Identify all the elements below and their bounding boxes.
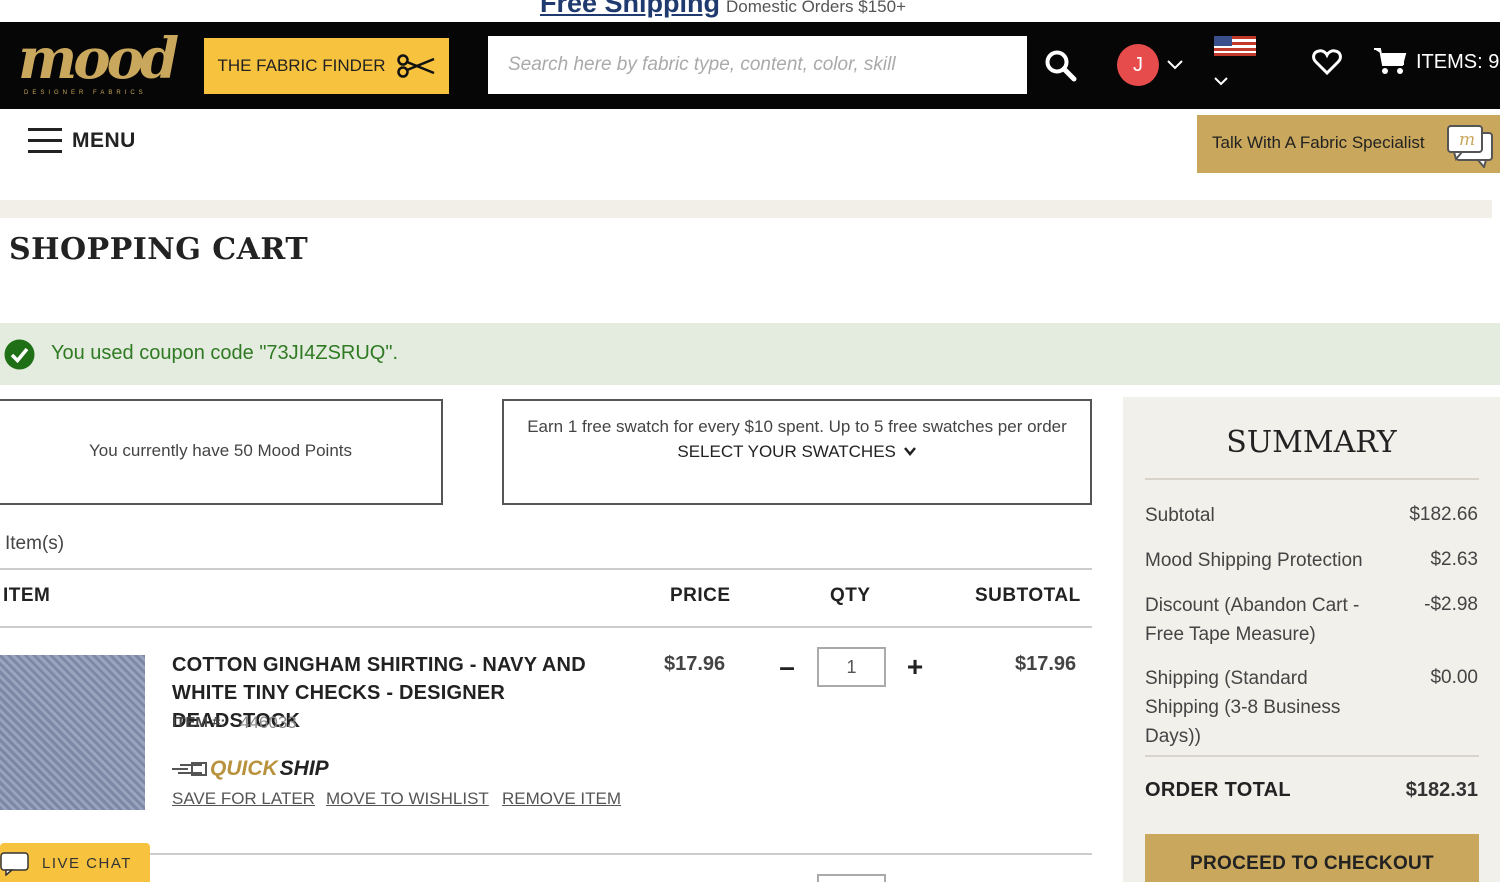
save-for-later-link[interactable]: SAVE FOR LATER	[172, 789, 315, 809]
quickship-quick: QUICK	[210, 757, 278, 780]
site-header: mood DESIGNER FABRICS THE FABRIC FINDER …	[0, 22, 1500, 109]
scissors-icon	[396, 54, 435, 78]
fabric-finder-button[interactable]: THE FABRIC FINDER	[204, 38, 449, 94]
live-chat-button[interactable]: LIVE CHAT	[0, 843, 150, 882]
column-header-subtotal: SUBTOTAL	[975, 585, 1081, 606]
item-subtotal: $17.96	[1015, 653, 1077, 675]
column-header-qty: QTY	[830, 585, 871, 606]
sku-value: 446033	[240, 713, 297, 732]
hamburger-icon	[28, 128, 62, 154]
speed-lines-icon	[172, 762, 207, 776]
shopping-cart-icon[interactable]	[1373, 46, 1407, 76]
chat-bubble-icon[interactable]: m	[1446, 124, 1494, 168]
check-circle-icon	[4, 339, 35, 370]
order-total-value: $182.31	[1405, 779, 1478, 801]
coupon-text: You used coupon code "73JI4ZSRUQ".	[51, 342, 399, 364]
items-label: Item(s)	[5, 533, 65, 554]
select-swatches-label: SELECT YOUR SWATCHES	[677, 442, 896, 461]
mood-points-box: You currently have 50 Mood Points	[0, 399, 443, 505]
divider	[0, 568, 1092, 570]
divider	[0, 626, 1092, 628]
move-to-wishlist-link[interactable]: MOVE TO WISHLIST	[326, 789, 489, 809]
promo-text: Domestic Orders $150+	[726, 0, 907, 16]
free-swatch-box: Earn 1 free swatch for every $10 spent. …	[502, 399, 1092, 505]
live-chat-label: LIVE CHAT	[42, 855, 132, 872]
qty-decrease-button[interactable]: –	[776, 653, 798, 681]
remove-item-link[interactable]: REMOVE ITEM	[502, 789, 621, 809]
qty-input[interactable]	[817, 874, 886, 882]
page-title: SHOPPING CART	[9, 232, 309, 267]
chevron-down-icon[interactable]	[1212, 72, 1230, 90]
menu-label: MENU	[72, 129, 136, 152]
item-price: $17.96	[664, 653, 726, 675]
summary-label: Mood Shipping Protection	[1145, 550, 1363, 571]
qty-input[interactable]	[817, 647, 886, 687]
sku-label: ITEM #:	[172, 714, 226, 731]
divider	[1145, 755, 1479, 757]
svg-text:m: m	[1459, 130, 1475, 150]
chevron-down-icon[interactable]	[1165, 54, 1185, 74]
quickship-badge: QUICK SHIP	[172, 757, 329, 781]
mood-logo[interactable]: mood DESIGNER FABRICS	[16, 26, 179, 102]
fabric-finder-label: THE FABRIC FINDER	[217, 56, 386, 75]
logo-wordmark: mood	[18, 26, 179, 92]
qty-increase-button[interactable]: +	[903, 653, 927, 681]
user-avatar[interactable]: J	[1117, 44, 1159, 86]
search-input[interactable]	[488, 36, 1027, 94]
order-total-label: ORDER TOTAL	[1145, 779, 1291, 801]
search-icon[interactable]	[1043, 48, 1079, 84]
summary-title: SUMMARY	[1226, 425, 1397, 460]
promo-link[interactable]: Free Shipping	[540, 0, 720, 18]
heart-icon[interactable]	[1312, 48, 1342, 76]
summary-label: Shipping (Standard Shipping (3-8 Busines…	[1145, 668, 1341, 747]
specialist-label: Talk With A Fabric Specialist	[1212, 133, 1425, 152]
promo-bar: Free Shipping Domestic Orders $150+	[0, 0, 1500, 22]
sticky-summary-strip	[0, 200, 1492, 218]
order-summary: SUMMARY Subtotal $182.66 Mood Shipping P…	[1123, 397, 1500, 882]
summary-value: $2.63	[1430, 549, 1478, 570]
quickship-ship: SHIP	[279, 757, 329, 780]
summary-label: Discount (Abandon Cart - Free Tape Measu…	[1145, 595, 1360, 645]
menu-button[interactable]: MENU	[28, 128, 136, 154]
cart-items-count[interactable]: ITEMS: 9	[1416, 51, 1499, 74]
us-flag-icon[interactable]	[1214, 36, 1256, 56]
product-thumbnail[interactable]	[0, 655, 145, 810]
select-swatches-toggle[interactable]: SELECT YOUR SWATCHES	[524, 439, 1070, 464]
chat-icon	[0, 852, 29, 876]
summary-label: Subtotal	[1145, 505, 1215, 526]
mood-points-text: You currently have 50 Mood Points	[88, 441, 353, 460]
summary-value: $182.66	[1409, 504, 1478, 525]
summary-value: $0.00	[1430, 667, 1478, 688]
column-header-item: ITEM	[3, 585, 51, 606]
logo-subtitle: DESIGNER FABRICS	[24, 90, 147, 96]
summary-value: -$2.98	[1424, 594, 1478, 615]
swatch-offer-text: Earn 1 free swatch for every $10 spent. …	[527, 417, 1067, 436]
divider	[1145, 478, 1479, 480]
coupon-success-message: You used coupon code "73JI4ZSRUQ".	[0, 323, 1500, 385]
column-header-price: PRICE	[670, 585, 731, 606]
divider	[0, 853, 1092, 855]
proceed-to-checkout-button[interactable]: PROCEED TO CHECKOUT	[1145, 834, 1479, 882]
chevron-down-icon	[903, 447, 916, 456]
